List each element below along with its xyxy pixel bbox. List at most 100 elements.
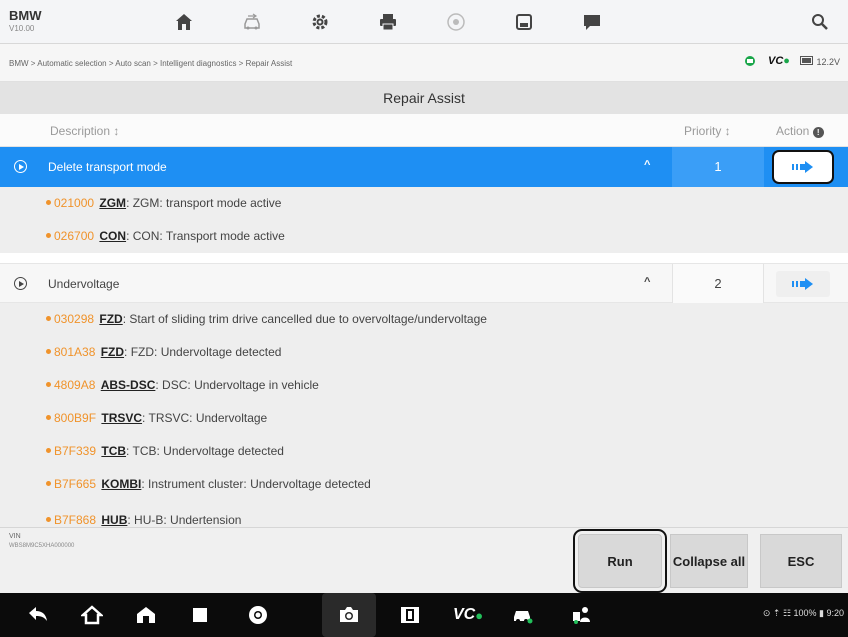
- camera-icon: [340, 607, 358, 622]
- module-link[interactable]: HUB: [101, 513, 127, 527]
- search-button[interactable]: [792, 0, 848, 44]
- execute-action-button[interactable]: [776, 271, 830, 297]
- chat-icon: [584, 15, 600, 30]
- fault-row[interactable]: 030298 FZD: Start of sliding trim drive …: [0, 303, 848, 336]
- fault-text: : FZD: Undervoltage detected: [124, 345, 282, 359]
- esc-button[interactable]: ESC: [760, 534, 842, 588]
- car-icon: [514, 611, 533, 624]
- module-link[interactable]: TCB: [101, 444, 126, 458]
- group-name: Delete transport mode: [48, 160, 167, 174]
- vehicle-button[interactable]: [500, 593, 544, 637]
- group-row-delete-transport-mode[interactable]: Delete transport mode ^ 1: [0, 147, 848, 187]
- fault-code: B7F665: [54, 477, 97, 491]
- run-button[interactable]: Run: [573, 529, 667, 593]
- vehicle-make: BMW: [9, 8, 42, 23]
- fault-code: B7F339: [54, 444, 97, 458]
- execute-action-button[interactable]: [776, 154, 830, 180]
- settings-button[interactable]: [286, 0, 354, 44]
- module-link[interactable]: CON: [99, 229, 126, 243]
- fault-row[interactable]: B7F665 KOMBI: Instrument cluster: Underv…: [0, 468, 848, 501]
- module-link[interactable]: TRSVC: [101, 411, 142, 425]
- fault-text: : Instrument cluster: Undervoltage detec…: [141, 477, 371, 491]
- vin-value: WBS8M9C5XHA000000: [9, 543, 75, 549]
- group-row-undervoltage[interactable]: Undervoltage ^ 2: [0, 263, 848, 304]
- fault-text: : Start of sliding trim drive cancelled …: [122, 312, 487, 326]
- fault-row[interactable]: 026700 CON: CON: Transport mode active: [0, 220, 848, 253]
- home-button[interactable]: [150, 0, 218, 44]
- battery-icon: [799, 55, 813, 65]
- system-nav-bar: VC ● ⊙ ⇡ ☷ 100% ▮ 9:20: [0, 593, 848, 637]
- footer-bar: VIN WBS8M9C5XHA000000 Run Collapse all E…: [0, 527, 848, 593]
- fault-row[interactable]: 800B9F TRSVC: TRSVC: Undervoltage: [0, 402, 848, 435]
- arrow-right-icon: [792, 278, 813, 290]
- top-toolbar: BMW V10.00: [0, 0, 848, 44]
- print-button[interactable]: [354, 0, 422, 44]
- chrome-icon: [249, 606, 267, 624]
- fault-text: : TRSVC: Undervoltage: [142, 411, 268, 425]
- module-link[interactable]: ZGM: [99, 196, 126, 210]
- bullet-dot: [46, 415, 51, 420]
- module-link[interactable]: KOMBI: [101, 477, 141, 491]
- gear-icon: [312, 14, 328, 30]
- module-link[interactable]: FZD: [99, 312, 122, 326]
- vci-manager-button[interactable]: VC ●: [438, 593, 498, 637]
- people-icon: [573, 607, 590, 624]
- fault-row[interactable]: 4809A8 ABS-DSC: DSC: Undervoltage in veh…: [0, 369, 848, 402]
- group-name: Undervoltage: [48, 277, 120, 291]
- home-icon: [176, 14, 192, 30]
- fault-row[interactable]: B7F868 HUB: HU-B: Undertension: [0, 501, 848, 527]
- bullet-dot: [46, 316, 51, 321]
- page-title: Repair Assist: [0, 82, 848, 114]
- fault-row[interactable]: 801A38 FZD: FZD: Undervoltage detected: [0, 336, 848, 369]
- fault-row[interactable]: B7F339 TCB: TCB: Undervoltage detected: [0, 435, 848, 468]
- collapse-all-button[interactable]: Collapse all: [670, 534, 748, 588]
- group-priority: 1: [672, 147, 764, 187]
- recent-apps-button[interactable]: [178, 593, 222, 637]
- fault-row[interactable]: 021000 ZGM: ZGM: transport mode active: [0, 187, 848, 220]
- fault-code: 4809A8: [54, 378, 96, 392]
- autel-home-button[interactable]: [124, 593, 168, 637]
- bullet-dot: [46, 349, 51, 354]
- vin-label: VIN: [9, 533, 21, 540]
- software-version: V10.00: [9, 24, 35, 33]
- message-button[interactable]: [558, 0, 626, 44]
- bullet-dot: [46, 481, 51, 486]
- fault-text: : DSC: Undervoltage in vehicle: [155, 378, 319, 392]
- back-button[interactable]: [16, 593, 60, 637]
- bullet-dot: [46, 448, 51, 453]
- printer-icon: [380, 14, 396, 31]
- chevron-up-icon[interactable]: ^: [644, 159, 650, 171]
- info-icon[interactable]: !: [812, 127, 824, 138]
- fault-code: 026700: [54, 229, 95, 243]
- table-header: Description ↕ Priority ↕ Action !: [0, 114, 848, 147]
- brand-block: BMW V10.00: [0, 0, 150, 43]
- column-description[interactable]: Description ↕: [50, 124, 119, 138]
- module-link[interactable]: FZD: [101, 345, 124, 359]
- nav-home-button[interactable]: [70, 593, 114, 637]
- save-button[interactable]: [490, 0, 558, 44]
- screenshot-button[interactable]: [322, 593, 376, 637]
- help-button[interactable]: [422, 0, 490, 44]
- support-button[interactable]: [560, 593, 604, 637]
- house-icon: [137, 607, 155, 623]
- screen-record-button[interactable]: [388, 593, 432, 637]
- column-priority[interactable]: Priority ↕: [684, 124, 731, 138]
- browser-button[interactable]: [236, 593, 280, 637]
- module-link[interactable]: ABS-DSC: [101, 378, 156, 392]
- fault-text: : ZGM: transport mode active: [126, 196, 282, 210]
- breadcrumb: BMW > Automatic selection > Auto scan > …: [9, 59, 293, 68]
- fault-code: B7F868: [54, 513, 97, 527]
- search-icon: [812, 14, 828, 30]
- chevron-up-icon[interactable]: ^: [644, 276, 650, 288]
- arrow-right-icon: [792, 161, 813, 173]
- fault-code: 801A38: [54, 345, 96, 359]
- save-icon: [516, 14, 532, 30]
- column-action: Action !: [776, 124, 824, 138]
- bullet-dot: [46, 382, 51, 387]
- play-circle-icon: [14, 160, 27, 173]
- vehicle-swap-button[interactable]: [218, 0, 286, 44]
- bullet-dot: [46, 517, 51, 522]
- group-priority: 2: [672, 264, 764, 304]
- system-status: ⊙ ⇡ ☷ 100% ▮ 9:20: [762, 608, 844, 618]
- help-circle-icon: [447, 13, 465, 31]
